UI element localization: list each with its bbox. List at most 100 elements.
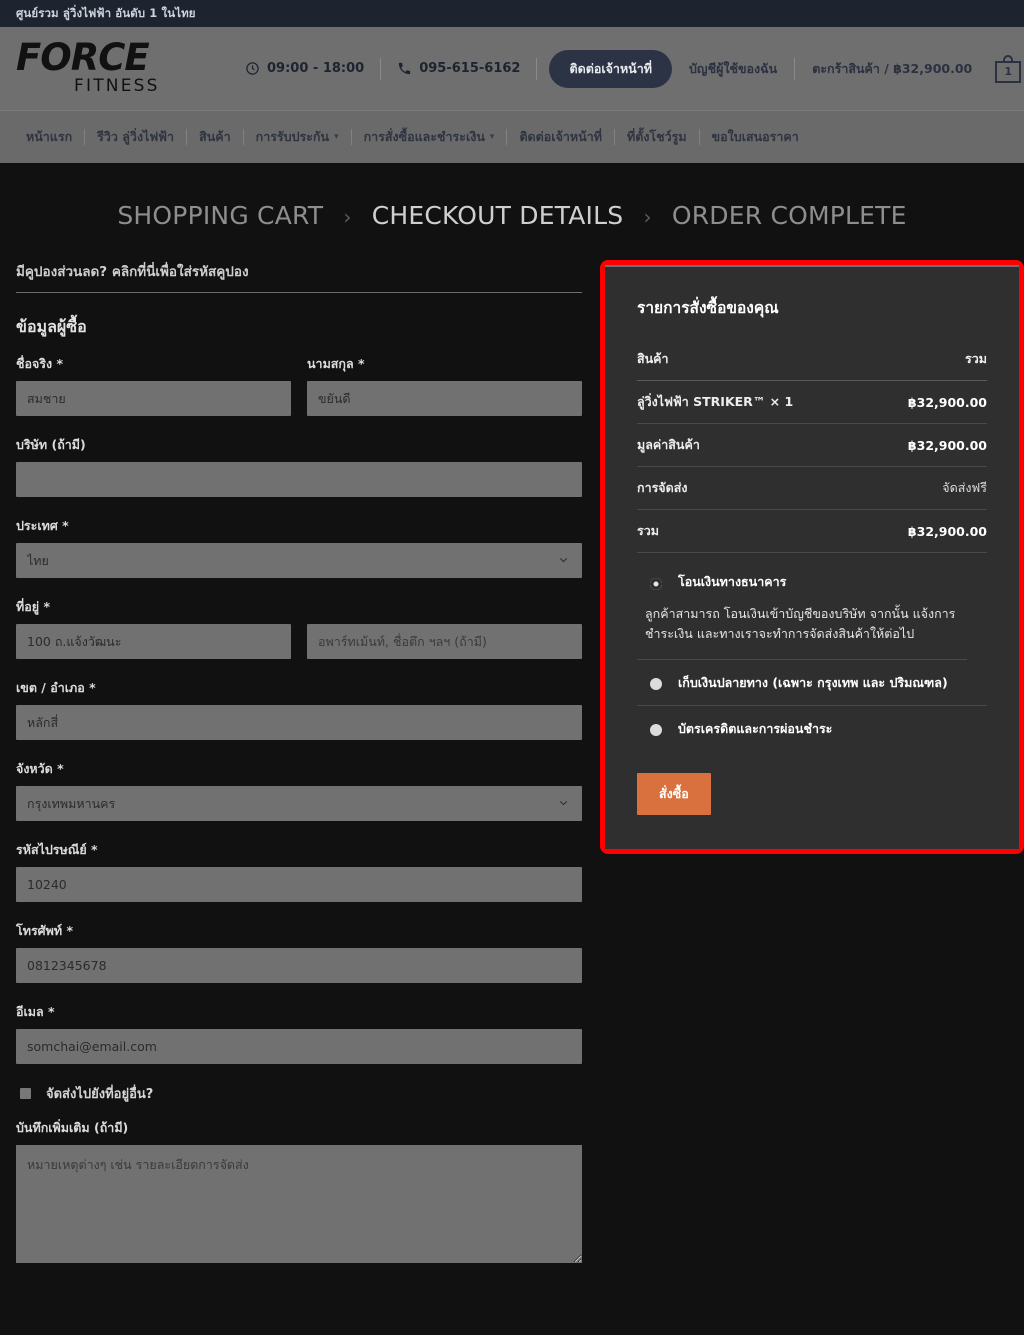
country-required-mark: * (62, 518, 69, 533)
coupon-toggle-link[interactable]: มีคูปองส่วนลด? คลิกที่นี่เพื่อใส่รหัสคูป… (16, 260, 582, 293)
order-summary-row: รวม ฿32,900.00 (637, 509, 987, 553)
breadcrumb-separator-1: › (343, 205, 352, 229)
email-field: อีเมล * (16, 1002, 582, 1064)
province-select[interactable] (16, 786, 582, 821)
ship-to-different-address-label[interactable]: จัดส่งไปยังที่อยู่อื่น? (46, 1083, 153, 1104)
nav-item-3[interactable]: สินค้า (187, 127, 243, 147)
postcode-field: รหัสไปรษณีย์ * (16, 840, 582, 902)
payment-method-option-1[interactable]: โอนเงินทางธนาคาร (637, 559, 987, 604)
order-summary-row-label: การจัดส่ง (637, 466, 870, 510)
name-row: ชื่อจริง * นามสกุล * (16, 354, 582, 416)
column-header-product: สินค้า (637, 338, 870, 381)
cart-summary-link[interactable]: ตะกร้าสินค้า / ฿32,900.00 (795, 59, 989, 79)
step-checkout-details[interactable]: CHECKOUT DETAILS (372, 201, 624, 230)
nav-item-4[interactable]: การรับประกัน ▾ (244, 127, 351, 147)
step-order-complete[interactable]: ORDER COMPLETE (672, 201, 907, 230)
payment-method-label[interactable]: โอนเงินทางธนาคาร (678, 572, 786, 592)
company-input[interactable] (16, 462, 582, 497)
payment-method-radio[interactable] (650, 577, 662, 590)
nav-item-8[interactable]: ขอใบเสนอราคา (700, 127, 811, 147)
nav-item-label: ติดต่อเจ้าหน้าที่ (519, 129, 602, 144)
order-notes-textarea[interactable] (16, 1145, 582, 1263)
address-field: ที่อยู่ * (16, 597, 582, 659)
province-field: จังหวัด * (16, 759, 582, 821)
column-header-total: รวม (869, 338, 987, 381)
nav-item-2[interactable]: รีวิว ลู่วิ่งไฟฟ้า (85, 127, 186, 147)
header-info-group: 09:00 - 18:00 095-615-6162 ติดต่อเจ้าหน้… (229, 49, 672, 88)
order-summary-title: รายการสั่งซื้อของคุณ (637, 299, 779, 317)
clock-icon (245, 61, 260, 76)
checkout-columns: มีคูปองส่วนลด? คลิกที่นี่เพื่อใส่รหัสคูป… (16, 260, 1024, 1286)
district-input[interactable] (16, 705, 582, 740)
nav-item-1[interactable]: หน้าแรก (14, 127, 84, 147)
district-label-text: เขต / อำเภอ (16, 680, 85, 695)
address-line1-input[interactable] (16, 624, 291, 659)
billing-section-title: ข้อมูลผู้ซื้อ (16, 317, 87, 336)
payment-method-radio[interactable] (650, 724, 662, 736)
payment-methods-list: โอนเงินทางธนาคารลูกค้าสามารถ โอนเงินเข้า… (637, 559, 987, 751)
phone-icon (397, 61, 412, 76)
order-summary-row-value: ฿32,900.00 (869, 380, 987, 424)
company-label: บริษัท (ถ้ามี) (16, 437, 86, 452)
ship-to-different-address-checkbox[interactable] (20, 1088, 31, 1099)
opening-hours: 09:00 - 18:00 (229, 61, 380, 76)
order-summary-row-label: ลู่วิ่งไฟฟ้า STRIKER™ × 1 (637, 380, 870, 424)
payment-method-label[interactable]: เก็บเงินปลายทาง (เฉพาะ กรุงเทพ และ ปริมณ… (678, 673, 948, 693)
chevron-down-icon: ▾ (489, 132, 495, 142)
nav-item-7[interactable]: ที่ตั้งโชว์รูม (615, 127, 699, 147)
top-bar-tagline: ศูนย์รวม ลู่วิ่งไฟฟ้า อันดับ 1 ในไทย (16, 5, 196, 20)
first-name-label: ชื่อจริง * (16, 354, 291, 374)
last-name-required-mark: * (358, 356, 365, 371)
order-summary-column: รายการสั่งซื้อของคุณ สินค้า รวม ลู่วิ่งไ… (600, 260, 1024, 854)
first-name-field: ชื่อจริง * (16, 354, 291, 416)
place-order-button[interactable]: สั่งซื้อ (637, 772, 711, 815)
nav-item-6[interactable]: ติดต่อเจ้าหน้าที่ (507, 127, 614, 147)
province-select-wrap (16, 786, 582, 821)
site-logo[interactable]: FORCE FITNESS (16, 35, 211, 96)
province-required-mark: * (57, 761, 64, 776)
nav-item-label: ขอใบเสนอราคา (711, 129, 799, 144)
first-name-input[interactable] (16, 381, 291, 416)
payment-method-description: ลูกค้าสามารถ โอนเงินเข้าบัญชีของบริษัท จ… (637, 604, 967, 660)
email-input[interactable] (16, 1029, 582, 1064)
postcode-input[interactable] (16, 867, 582, 902)
logo-wordmark: FORCE (16, 35, 150, 79)
last-name-label-text: นามสกุล (307, 356, 354, 371)
first-name-required-mark: * (56, 356, 64, 371)
payment-method-option-3[interactable]: บัตรเครดิตและการผ่อนชำระ (637, 706, 987, 751)
cart-icon[interactable]: 1 (995, 54, 1022, 83)
nav-item-5[interactable]: การสั่งซื้อและชำระเงิน ▾ (352, 127, 507, 147)
province-label: จังหวัด * (16, 759, 582, 779)
nav-item-label: รีวิว ลู่วิ่งไฟฟ้า (97, 129, 175, 144)
nav-item-label: สินค้า (199, 129, 231, 144)
contact-staff-button[interactable]: ติดต่อเจ้าหน้าที่ (549, 49, 672, 88)
postcode-label: รหัสไปรษณีย์ * (16, 840, 582, 860)
last-name-input[interactable] (307, 381, 582, 416)
order-summary-row-value: จัดส่งฟรี (869, 466, 987, 510)
order-summary-row-value: ฿32,900.00 (869, 423, 987, 467)
order-summary-row-label: รวม (637, 509, 870, 553)
phone-input[interactable] (16, 948, 582, 983)
order-notes-field: บันทึกเพิ่มเติม (ถ้ามี) (16, 1118, 582, 1267)
top-announcement-bar: ศูนย์รวม ลู่วิ่งไฟฟ้า อันดับ 1 ในไทย (0, 0, 1024, 27)
country-field: ประเทศ * (16, 516, 582, 578)
payment-method-option-2[interactable]: เก็บเงินปลายทาง (เฉพาะ กรุงเทพ และ ปริมณ… (637, 660, 987, 705)
step-shopping-cart[interactable]: SHOPPING CART (117, 201, 323, 230)
district-field: เขต / อำเภอ * (16, 678, 582, 740)
payment-method-radio[interactable] (650, 678, 662, 690)
address-line2-input[interactable] (307, 624, 582, 659)
last-name-label: นามสกุล * (307, 354, 582, 374)
country-select[interactable] (16, 543, 582, 578)
my-account-link[interactable]: บัญชีผู้ใช้ของฉัน (672, 59, 794, 79)
province-label-text: จังหวัด (16, 761, 53, 776)
phone-number[interactable]: 095-615-6162 (381, 61, 536, 76)
order-summary-table: สินค้า รวม ลู่วิ่งไฟฟ้า STRIKER™ × 1 ฿32,… (637, 338, 987, 553)
opening-hours-text: 09:00 - 18:00 (267, 61, 365, 76)
district-label: เขต / อำเภอ * (16, 678, 582, 698)
payment-method-label[interactable]: บัตรเครดิตและการผ่อนชำระ (678, 719, 832, 739)
country-label-text: ประเทศ (16, 518, 58, 533)
order-summary-row: มูลค่าสินค้า ฿32,900.00 (637, 423, 987, 467)
phone-required-mark: * (66, 923, 73, 938)
address-label: ที่อยู่ * (16, 597, 582, 617)
address-label-text: ที่อยู่ (16, 599, 40, 614)
